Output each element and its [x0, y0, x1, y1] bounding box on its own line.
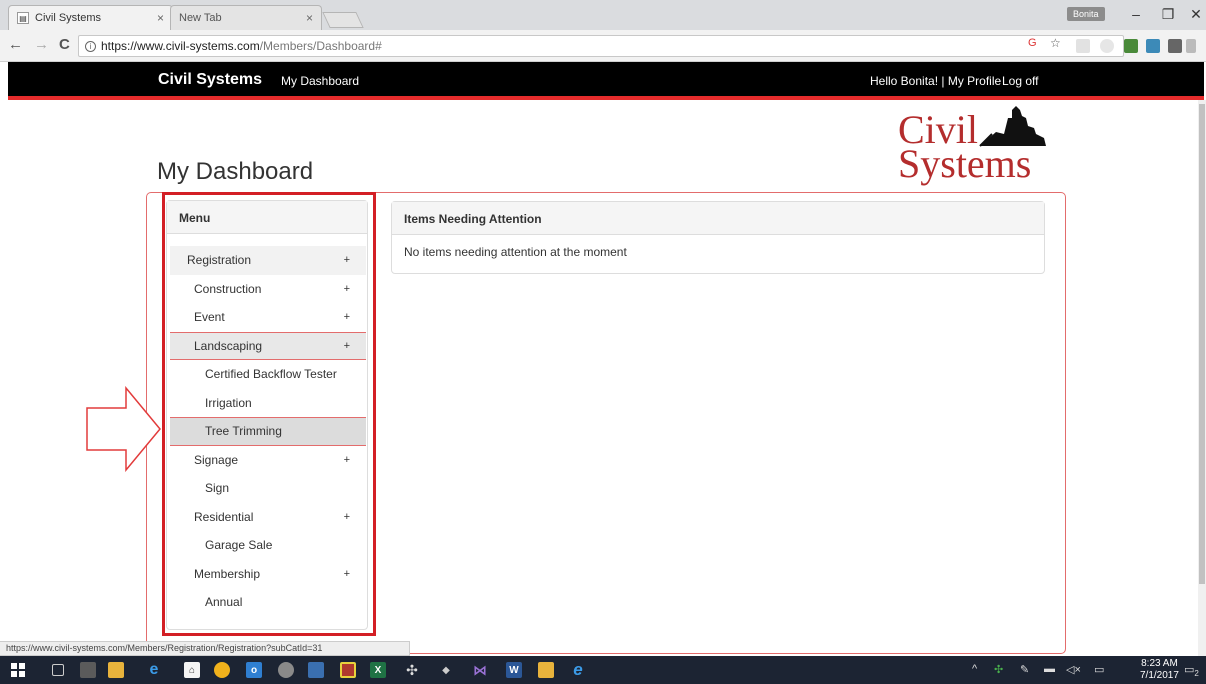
- annotation-arrow-icon: [86, 386, 161, 472]
- tab-title: Civil Systems: [35, 12, 102, 24]
- extension-g-icon[interactable]: G: [1028, 37, 1037, 51]
- close-window-icon[interactable]: ✕: [1178, 6, 1206, 23]
- network-app-icon[interactable]: ✣: [404, 662, 420, 678]
- browser-tab-strip: ▤ Civil Systems × New Tab × Bonita – ❐ ✕: [0, 0, 1206, 30]
- nav-my-dashboard-link[interactable]: My Dashboard: [281, 74, 359, 88]
- chrome-icon[interactable]: [214, 662, 230, 678]
- menu-highlight-box: [162, 192, 376, 636]
- paint-icon[interactable]: [80, 662, 96, 678]
- clock-date: 7/1/2017: [1140, 670, 1179, 681]
- battery-icon[interactable]: ▬: [1044, 663, 1055, 675]
- task-view-icon[interactable]: [52, 664, 64, 676]
- civil-systems-logo: Civil Systems: [894, 106, 1064, 188]
- status-bar-url: https://www.civil-systems.com/Members/Re…: [0, 641, 410, 656]
- snipping-icon[interactable]: [278, 662, 294, 678]
- app-red-icon[interactable]: [340, 662, 356, 678]
- extension-grey-icon[interactable]: [1186, 39, 1196, 53]
- file-explorer-icon[interactable]: [108, 662, 124, 678]
- extension-green-icon[interactable]: [1124, 39, 1138, 53]
- logo-text-line2: Systems: [898, 141, 1032, 186]
- volume-muted-icon[interactable]: ◁×: [1066, 663, 1081, 676]
- tab-civil-systems[interactable]: ▤ Civil Systems ×: [8, 5, 173, 30]
- extension-blue-icon[interactable]: [1146, 39, 1160, 53]
- url-bar[interactable]: i https://www.civil-systems.com/Members/…: [78, 35, 1124, 57]
- new-tab-button[interactable]: [322, 12, 364, 28]
- tray-app-icon[interactable]: ✣: [994, 663, 1003, 676]
- tab-title: New Tab: [179, 12, 222, 24]
- windows-start-icon[interactable]: [10, 662, 26, 678]
- scrollbar-thumb[interactable]: [1199, 104, 1205, 584]
- word-icon[interactable]: W: [506, 662, 522, 678]
- attention-header: Items Needing Attention: [392, 202, 1044, 235]
- outlook-icon[interactable]: o: [246, 662, 262, 678]
- clock-time: 8:23 AM: [1141, 658, 1178, 669]
- site-info-icon[interactable]: i: [85, 40, 96, 52]
- store-icon[interactable]: ⌂: [184, 662, 200, 678]
- edge-icon[interactable]: e: [146, 661, 162, 678]
- attention-message: No items needing attention at the moment: [404, 245, 627, 259]
- internet-explorer-icon[interactable]: e: [570, 660, 586, 679]
- app-blue-icon[interactable]: [308, 662, 324, 678]
- visual-studio-icon[interactable]: ⋈: [472, 662, 488, 678]
- extension-circle-icon[interactable]: [1100, 39, 1114, 53]
- url-host: https://www.civil-systems.com: [101, 39, 260, 53]
- extension-shield-icon[interactable]: [1076, 39, 1090, 53]
- notification-center-icon[interactable]: ▭2: [1184, 663, 1199, 678]
- tab-new-tab[interactable]: New Tab ×: [170, 5, 322, 30]
- tab-close-icon[interactable]: ×: [306, 11, 313, 25]
- site-navbar: Civil Systems My Dashboard Hello Bonita!…: [8, 62, 1204, 100]
- bookmark-star-icon[interactable]: ☆: [1050, 36, 1061, 50]
- nav-logoff-link[interactable]: Log off: [1002, 74, 1038, 88]
- page-title: My Dashboard: [157, 158, 314, 185]
- minimize-icon[interactable]: –: [1118, 6, 1154, 22]
- forward-arrow-icon[interactable]: →: [34, 36, 49, 53]
- address-toolbar: ← → C i https://www.civil-systems.com/Me…: [0, 30, 1206, 62]
- tab-close-icon[interactable]: ×: [157, 11, 164, 25]
- app-bird-icon[interactable]: ◆: [438, 662, 454, 678]
- back-arrow-icon[interactable]: ←: [8, 36, 23, 53]
- site-brand-link[interactable]: Civil Systems: [158, 71, 262, 89]
- page-favicon-icon: ▤: [17, 12, 29, 24]
- pen-icon[interactable]: ✎: [1020, 663, 1029, 676]
- profile-badge[interactable]: Bonita: [1067, 7, 1105, 21]
- keyboard-icon[interactable]: ▭: [1094, 663, 1104, 676]
- extension-dark-icon[interactable]: [1168, 39, 1182, 53]
- page-scrollbar[interactable]: [1198, 100, 1206, 656]
- reload-icon[interactable]: C: [59, 36, 70, 53]
- windows-taskbar: e ⌂ o X ✣ ◆ ⋈ W e ^ ✣ ✎ ▬ ◁× ▭ 8:23 AM 7…: [0, 656, 1206, 684]
- url-path: /Members/Dashboard#: [259, 39, 382, 53]
- tray-expand-icon[interactable]: ^: [972, 663, 977, 675]
- nav-greeting-profile-link[interactable]: Hello Bonita! | My Profile: [870, 74, 1001, 88]
- excel-icon[interactable]: X: [370, 662, 386, 678]
- clock[interactable]: 8:23 AM 7/1/2017: [1140, 658, 1179, 682]
- app-tools-icon[interactable]: [538, 662, 554, 678]
- notification-count: 2: [1194, 669, 1199, 679]
- attention-panel: Items Needing Attention No items needing…: [391, 201, 1045, 274]
